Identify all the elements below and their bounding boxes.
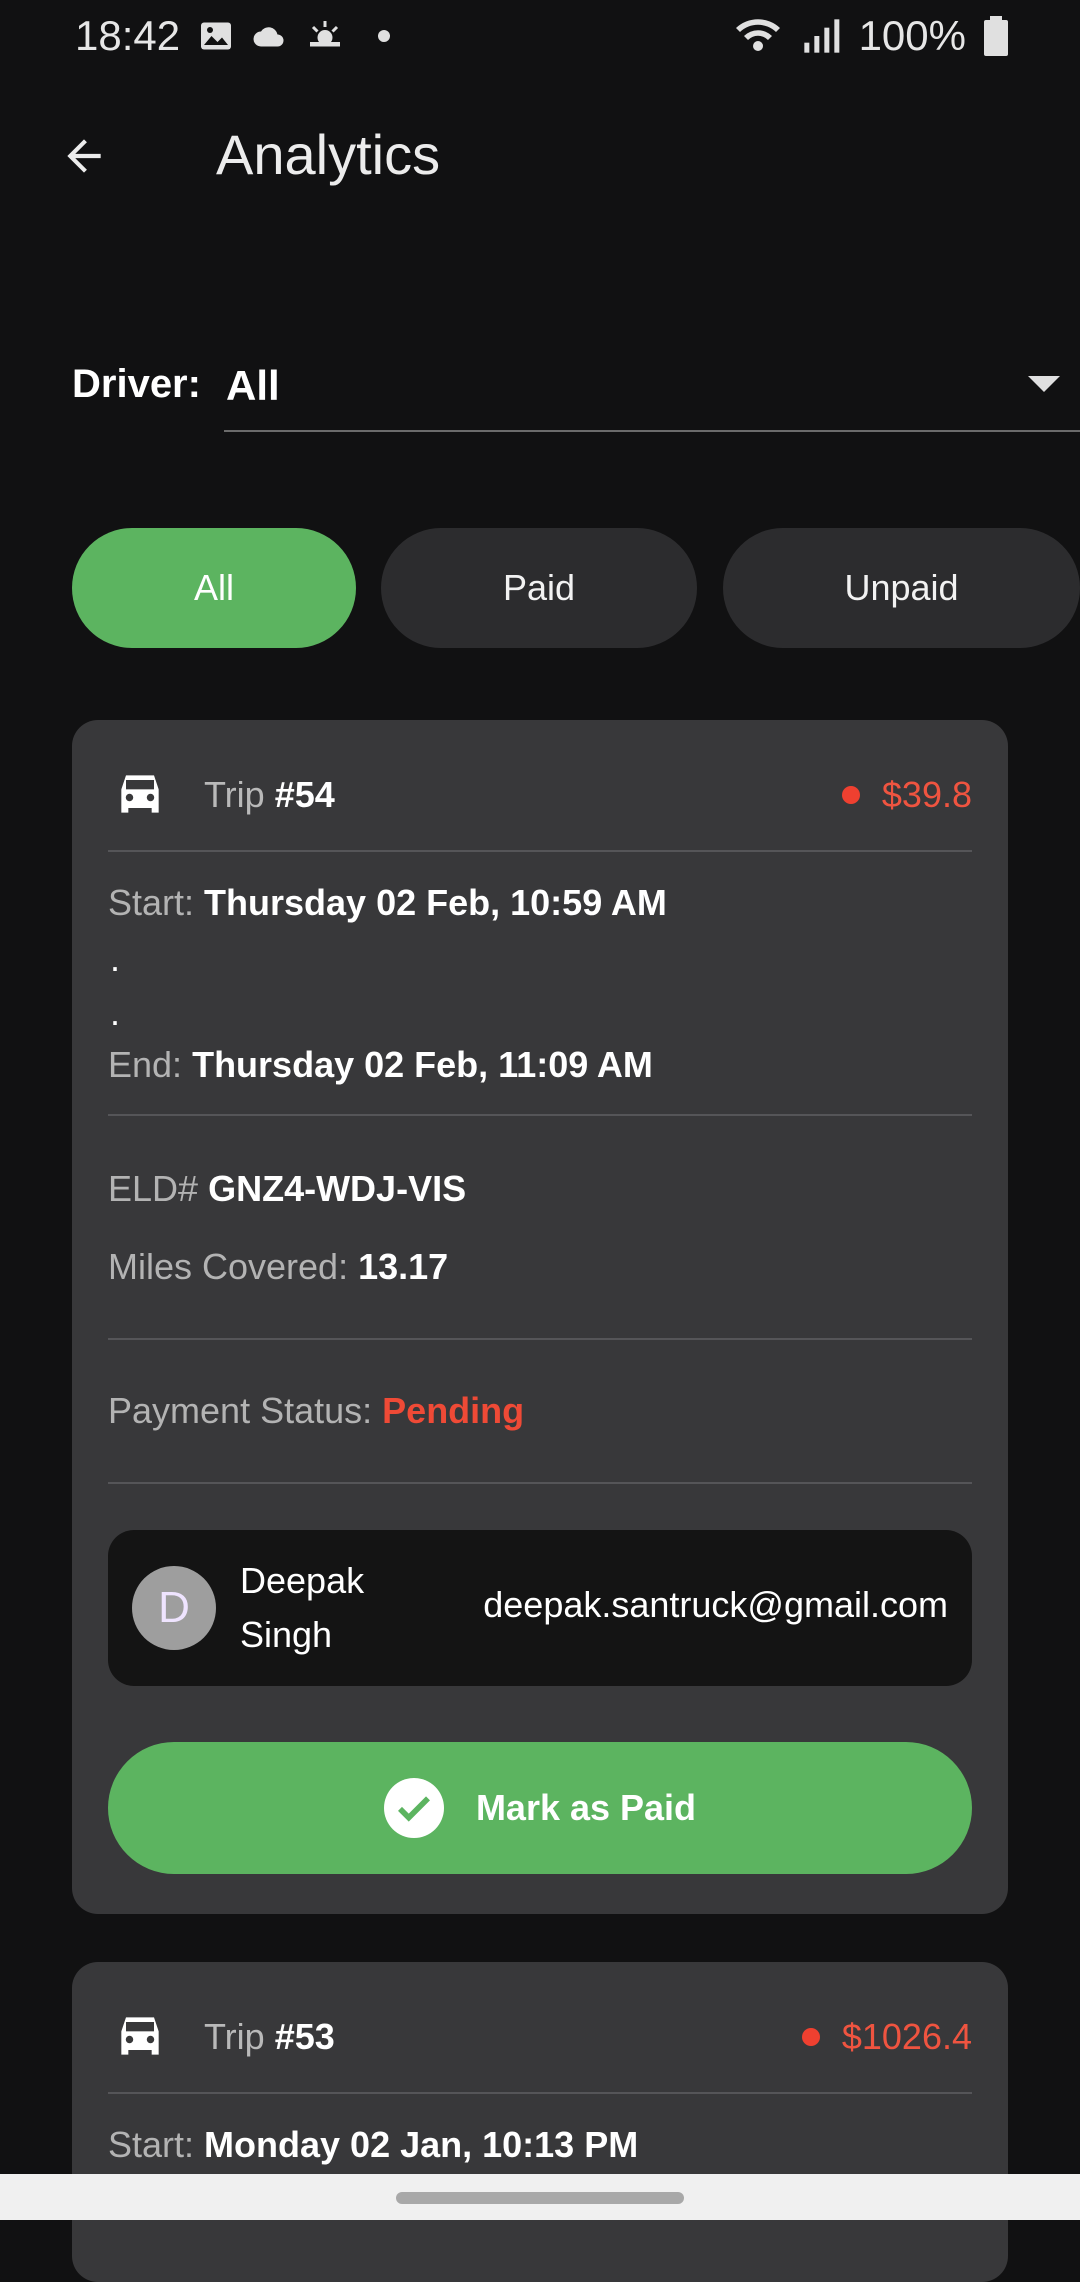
trip-number: #53 (274, 2016, 335, 2057)
trip-amount: $39.8 (841, 774, 972, 816)
miles-label: Miles Covered: (108, 1246, 349, 1287)
trip-number: #54 (274, 774, 335, 815)
trip-prefix: Trip (204, 2016, 265, 2057)
trip-amount-value: $1026.4 (841, 2016, 972, 2057)
app-bar: Analytics (0, 100, 1080, 212)
avatar: D (132, 1566, 216, 1650)
divider (108, 2092, 972, 2094)
dot-separator: . (110, 938, 121, 979)
filter-paid-button[interactable]: Paid (381, 528, 697, 648)
check-circle-icon (383, 1778, 444, 1838)
wifi-icon (735, 19, 780, 51)
car-icon (121, 775, 159, 813)
trip-miles: Miles Covered: 13.17 (108, 1246, 448, 1288)
trip-start: Start: Thursday 02 Feb, 10:59 AM (108, 882, 667, 924)
driver-info[interactable]: D Deepak Singh deepak.santruck@gmail.com (108, 1530, 972, 1686)
battery-percent: 100% (858, 12, 966, 59)
driver-selected-value: All (226, 362, 280, 409)
trip-card-header: Trip #54 $39.8 (108, 764, 972, 828)
home-gesture-handle[interactable] (396, 2192, 684, 2204)
miles-value: 13.17 (358, 1246, 449, 1287)
trip-amount: $1026.4 (801, 2016, 972, 2058)
image-icon (201, 22, 232, 50)
divider (108, 850, 972, 852)
payment-status-value: Pending (382, 1390, 525, 1431)
end-value: Thursday 02 Feb, 11:09 AM (192, 1044, 653, 1085)
mark-as-paid-button[interactable]: Mark as Paid (108, 1742, 972, 1874)
trip-card: Trip #54 $39.8 Start: Thursday 02 Feb, 1… (72, 720, 1008, 1914)
eld-label: ELD# (108, 1168, 199, 1209)
dot-separator: . (110, 992, 121, 1033)
end-label: End: (108, 1044, 183, 1085)
driver-filter: Driver: All (72, 350, 1080, 434)
trip-prefix: Trip (204, 774, 265, 815)
eld-value: GNZ4-WDJ-VIS (208, 1168, 467, 1209)
weather-icon (310, 21, 341, 47)
divider (108, 1338, 972, 1340)
driver-label: Driver: (72, 362, 201, 406)
divider (108, 1114, 972, 1116)
dot-icon (378, 30, 391, 42)
trip-amount-value: $39.8 (881, 774, 972, 815)
unpaid-dot-icon (801, 2028, 820, 2046)
system-nav-bar (0, 2174, 1080, 2220)
start-value: Thursday 02 Feb, 10:59 AM (204, 882, 667, 923)
status-bar: 18:42 100% (0, 0, 1080, 72)
car-icon (121, 2017, 159, 2055)
driver-dropdown[interactable]: All (224, 350, 1080, 432)
cloud-icon (253, 27, 284, 47)
signal-icon (803, 19, 839, 53)
payment-status: Payment Status: Pending (108, 1390, 524, 1432)
trip-card-header: Trip #53 $1026.4 (108, 2006, 972, 2070)
trip-start: Start: Monday 02 Jan, 10:13 PM (108, 2124, 638, 2166)
filter-unpaid-button[interactable]: Unpaid (723, 528, 1080, 648)
filter-all-button[interactable]: All (72, 528, 356, 648)
payment-filter-tabs: All Paid Unpaid (72, 528, 1080, 648)
trip-card: Trip #53 $1026.4 Start: Monday 02 Jan, 1… (72, 1962, 1008, 2282)
unpaid-dot-icon (841, 786, 860, 804)
trip-title: Trip #54 (204, 774, 335, 816)
trip-eld: ELD# GNZ4-WDJ-VIS (108, 1168, 466, 1210)
start-value: Monday 02 Jan, 10:13 PM (204, 2124, 639, 2165)
payment-label: Payment Status: (108, 1390, 373, 1431)
trip-end: End: Thursday 02 Feb, 11:09 AM (108, 1044, 653, 1086)
back-button[interactable] (52, 128, 116, 184)
status-time: 18:42 (75, 12, 181, 59)
chevron-down-icon (1028, 376, 1060, 392)
battery-icon (984, 16, 1008, 56)
mark-as-paid-label: Mark as Paid (475, 1787, 697, 1828)
page-title: Analytics (216, 123, 441, 186)
trip-title: Trip #53 (204, 2016, 335, 2058)
start-label: Start: (108, 882, 195, 923)
driver-name: Deepak Singh (240, 1560, 365, 1655)
driver-email: deepak.santruck@gmail.com (483, 1584, 948, 1625)
divider (108, 1482, 972, 1484)
arrow-left-icon (67, 139, 101, 173)
start-label: Start: (108, 2124, 195, 2165)
